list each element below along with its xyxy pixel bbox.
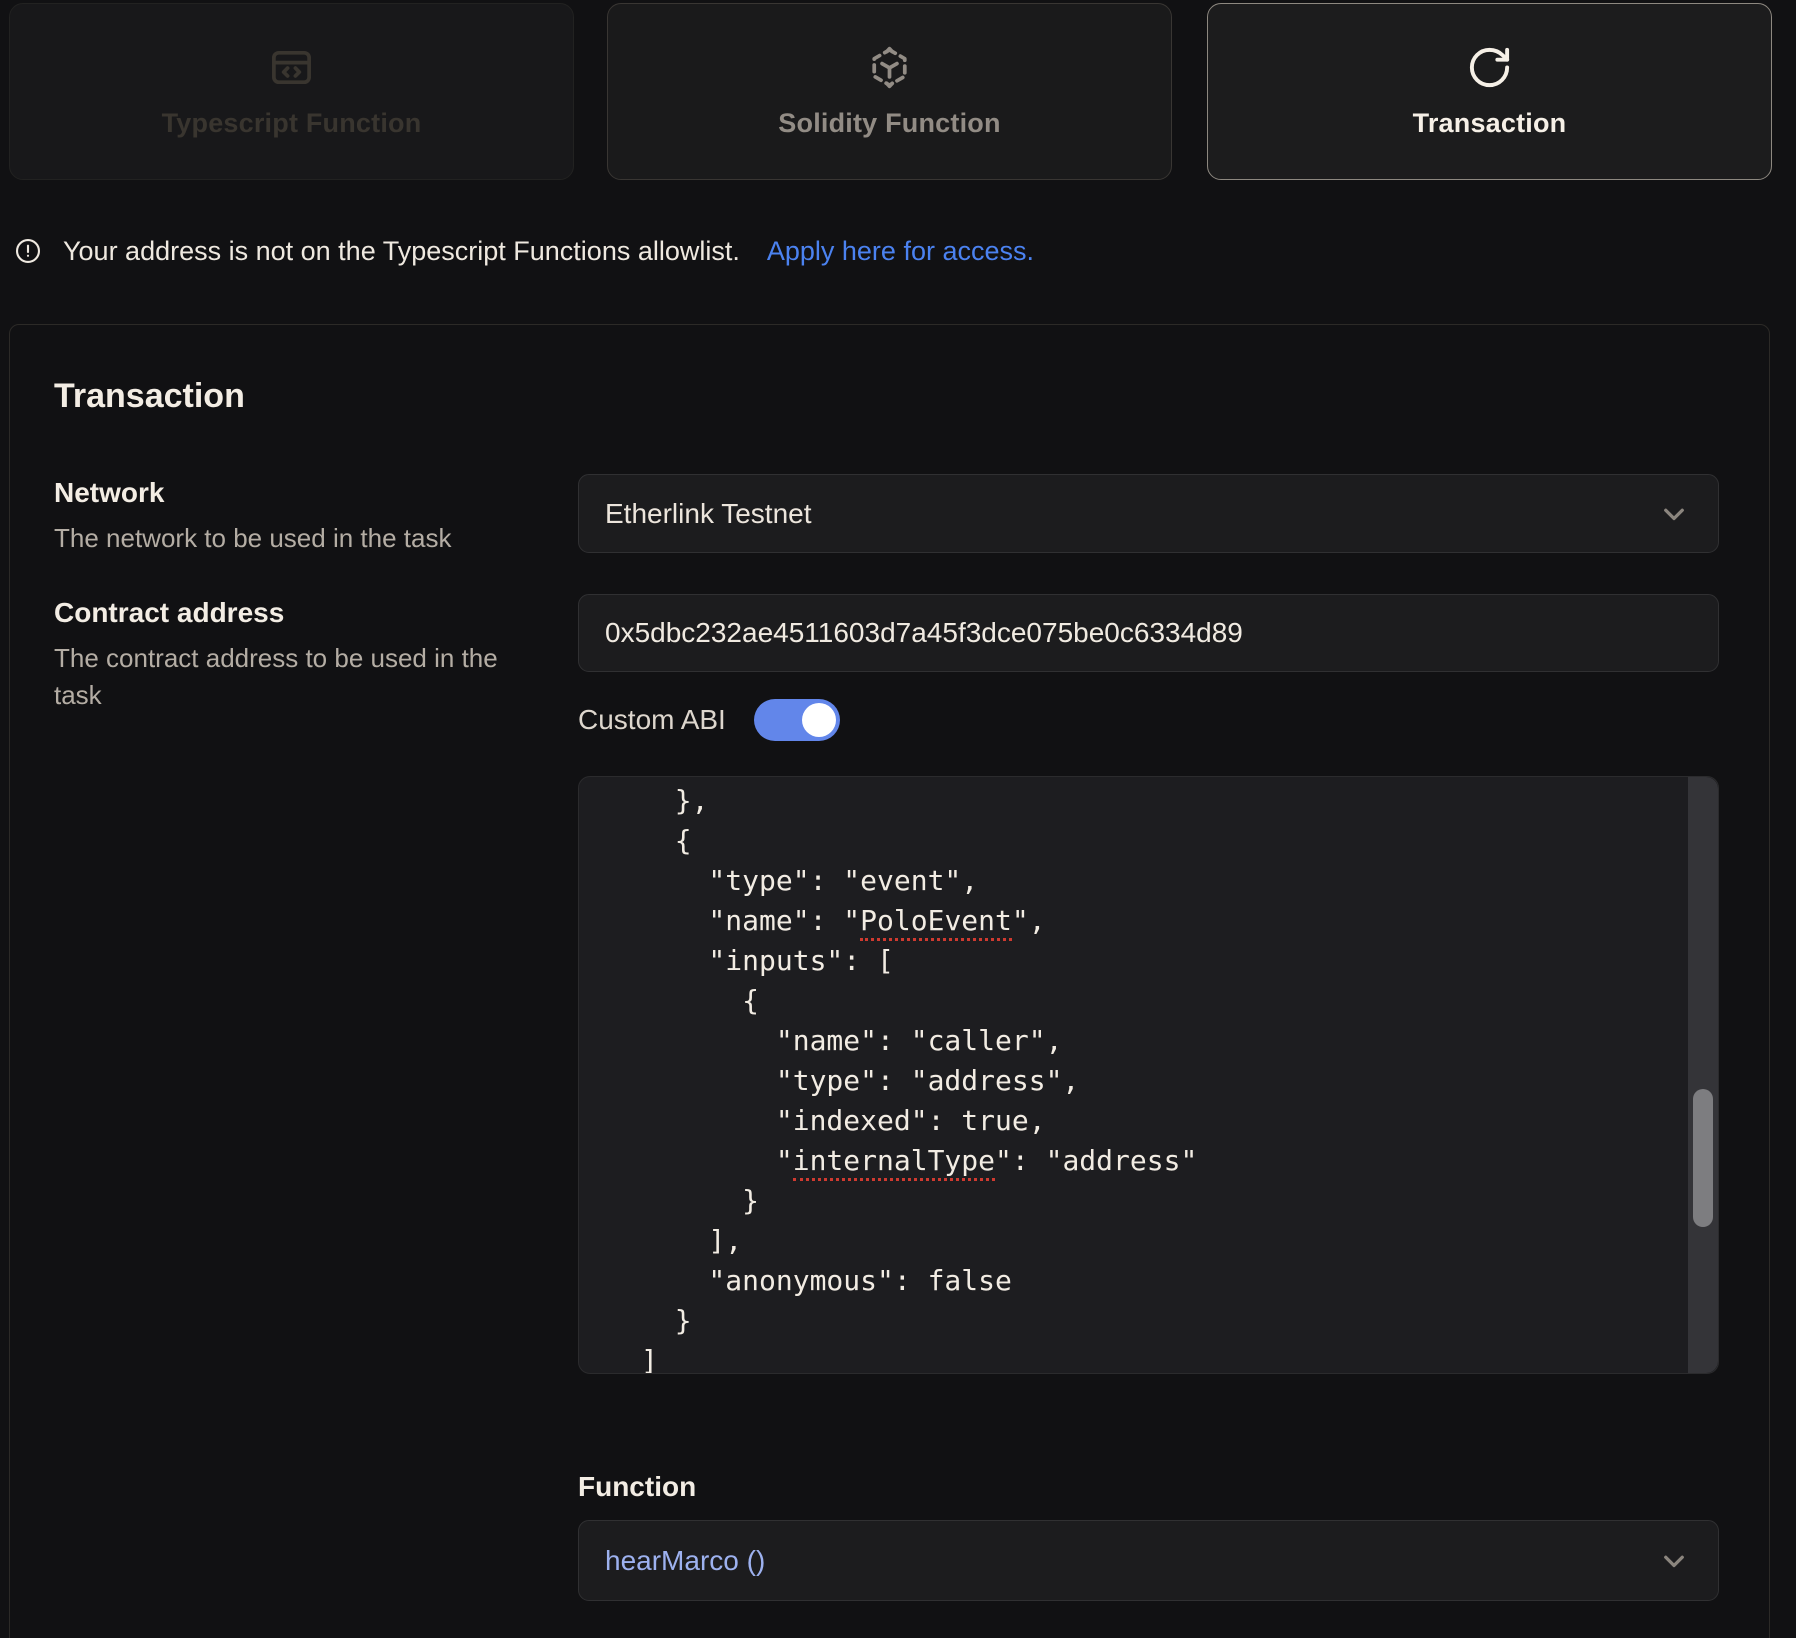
network-select-value: Etherlink Testnet [605, 498, 812, 530]
editor-scrollbar-track [1688, 777, 1718, 1373]
contract-address-help-text: The contract address to be used in the t… [54, 640, 499, 714]
tab-solidity-function[interactable]: Solidity Function [607, 3, 1172, 180]
abi-code-editor[interactable]: }, { "type": "event", "name": "PoloEvent… [578, 776, 1719, 1374]
code-window-icon [268, 44, 315, 91]
rotate-cw-icon [1466, 44, 1513, 91]
task-builder-page: Typescript Function Solidity Function Tr… [0, 0, 1796, 1638]
function-select-value: hearMarco () [605, 1545, 765, 1577]
tab-label: Transaction [1413, 108, 1567, 139]
function-label: Function [578, 1471, 696, 1503]
alert-circle-icon [14, 237, 42, 265]
network-label: Network [54, 477, 499, 509]
tab-label: Typescript Function [162, 108, 422, 139]
alert-text: Your address is not on the Typescript Fu… [63, 236, 740, 267]
toggle-knob [802, 703, 836, 737]
abi-editor-content: }, { "type": "event", "name": "PoloEvent… [579, 781, 1688, 1373]
contract-address-input[interactable] [605, 617, 1692, 649]
panel-title: Transaction [54, 377, 245, 416]
allowlist-alert: Your address is not on the Typescript Fu… [14, 235, 1034, 267]
chevron-down-icon [1656, 1543, 1692, 1579]
custom-abi-label: Custom ABI [578, 704, 726, 736]
contract-address-field [578, 594, 1719, 672]
tab-transaction[interactable]: Transaction [1207, 3, 1772, 180]
network-select[interactable]: Etherlink Testnet [578, 474, 1719, 553]
apply-access-link[interactable]: Apply here for access. [767, 236, 1034, 267]
custom-abi-row: Custom ABI [578, 697, 840, 742]
tab-typescript-function: Typescript Function [9, 3, 574, 180]
tab-label: Solidity Function [778, 108, 1000, 139]
chevron-down-icon [1656, 496, 1692, 532]
deploy-hexagon-icon [866, 44, 913, 91]
custom-abi-toggle[interactable] [754, 699, 840, 741]
function-select[interactable]: hearMarco () [578, 1520, 1719, 1601]
contract-address-label: Contract address [54, 597, 499, 629]
editor-scrollbar-thumb[interactable] [1693, 1089, 1713, 1227]
contract-field-description: Contract address The contract address to… [54, 597, 499, 714]
network-field-description: Network The network to be used in the ta… [54, 477, 499, 557]
transaction-panel: Transaction Network The network to be us… [9, 324, 1770, 1638]
network-help-text: The network to be used in the task [54, 520, 499, 557]
